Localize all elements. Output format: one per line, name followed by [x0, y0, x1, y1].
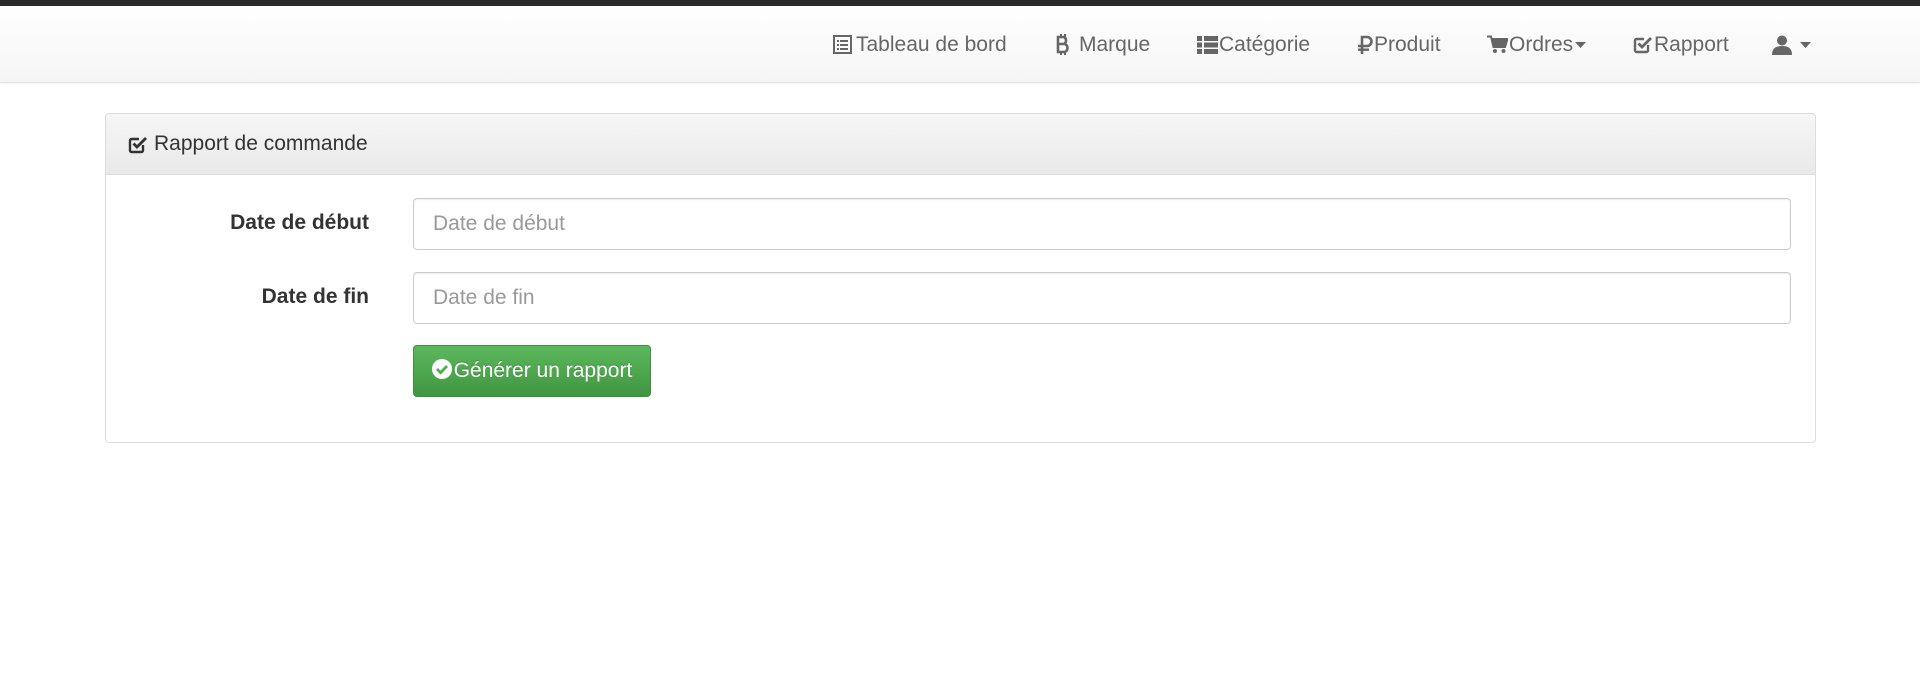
- nav-item-product[interactable]: Produit: [1357, 6, 1441, 83]
- ruble-icon: [1357, 35, 1373, 55]
- bitcoin-icon: [1055, 34, 1071, 55]
- nav-item-brand[interactable]: Marque: [1055, 6, 1150, 83]
- caret-down-icon: [1575, 41, 1587, 48]
- nav-item-category[interactable]: Catégorie: [1197, 6, 1310, 83]
- end-date-input[interactable]: [413, 272, 1791, 324]
- nav-item-label: Marque: [1079, 32, 1151, 56]
- nav-item-label: Ordres: [1509, 32, 1574, 56]
- check-square-icon: [1633, 35, 1653, 54]
- check-square-icon: [128, 135, 148, 154]
- nav-item-label: Tableau de bord: [856, 32, 1007, 56]
- user-menu-toggle[interactable]: [1772, 6, 1811, 83]
- generate-report-label: Générer un rapport: [453, 359, 633, 382]
- nav-item-label: Catégorie: [1219, 32, 1311, 56]
- panel-heading: Rapport de commande: [106, 114, 1815, 175]
- user-icon: [1772, 35, 1792, 55]
- nav-item-dashboard[interactable]: Tableau de bord: [833, 6, 1007, 83]
- th-list-icon: [1197, 35, 1218, 54]
- navbar: Tableau de bord Marque Catégorie Produit…: [0, 6, 1920, 83]
- nav-item-report[interactable]: Rapport: [1633, 6, 1729, 83]
- panel-title: Rapport de commande: [154, 132, 368, 155]
- ok-sign-icon: [431, 359, 452, 379]
- nav-item-orders[interactable]: Ordres: [1487, 6, 1587, 83]
- caret-down-icon: [1800, 41, 1811, 48]
- list-alt-icon: [833, 35, 852, 54]
- nav-item-label: Produit: [1374, 32, 1441, 56]
- generate-report-button[interactable]: Générer un rapport: [413, 345, 651, 397]
- nav-item-label: Rapport: [1654, 32, 1729, 56]
- shopping-cart-icon: [1487, 35, 1508, 54]
- start-date-input[interactable]: [413, 198, 1791, 250]
- report-panel: Rapport de commande Date de début Date d…: [105, 113, 1816, 443]
- end-date-label: Date de fin: [261, 285, 369, 308]
- start-date-label: Date de début: [230, 211, 369, 234]
